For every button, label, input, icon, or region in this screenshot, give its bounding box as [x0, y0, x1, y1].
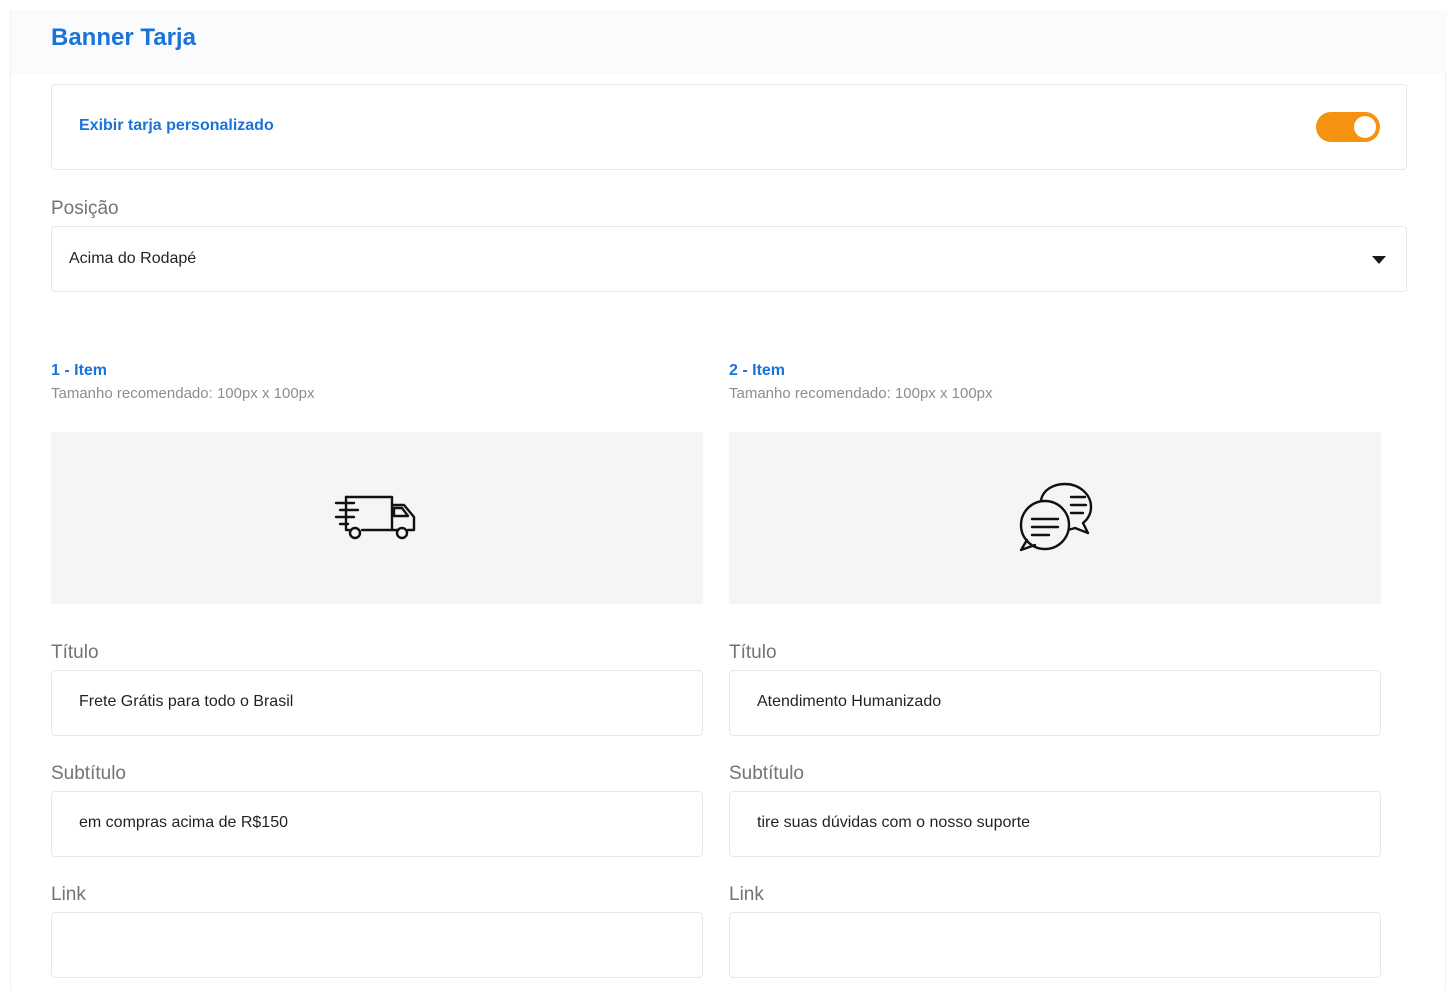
- item-1-title-input[interactable]: Frete Grátis para todo o Brasil: [51, 670, 703, 736]
- item-1-heading: 1 - Item: [51, 362, 108, 379]
- item-1-link-input[interactable]: [51, 912, 703, 978]
- item-1-link-label: Link: [51, 884, 86, 905]
- show-banner-toggle-card: Exibir tarja personalizado: [51, 84, 1407, 170]
- item-1-size-hint: Tamanho recomendado: 100px x 100px: [51, 385, 315, 402]
- item-2-subtitle-input[interactable]: tire suas dúvidas com o nosso suporte: [729, 791, 1381, 857]
- item-2-size-hint: Tamanho recomendado: 100px x 100px: [729, 385, 993, 402]
- item-2-column: 2 - Item Tamanho recomendado: 100px x 10…: [729, 362, 1381, 982]
- show-banner-toggle-label: Exibir tarja personalizado: [79, 117, 274, 134]
- item-2-link-label: Link: [729, 884, 764, 905]
- item-1-subtitle-value: em compras acima de R$150: [79, 814, 288, 831]
- position-label: Posição: [51, 198, 119, 219]
- toggle-knob: [1354, 116, 1376, 138]
- chat-bubbles-icon: [1019, 482, 1093, 552]
- item-1-subtitle-input[interactable]: em compras acima de R$150: [51, 791, 703, 857]
- position-select[interactable]: Acima do Rodapé: [51, 226, 1407, 292]
- item-2-subtitle-label: Subtítulo: [729, 763, 804, 784]
- item-1-image-upload[interactable]: [51, 432, 703, 604]
- item-1-subtitle-label: Subtítulo: [51, 763, 126, 784]
- item-2-title-input[interactable]: Atendimento Humanizado: [729, 670, 1381, 736]
- item-1-title-value: Frete Grátis para todo o Brasil: [79, 693, 294, 710]
- item-2-subtitle-value: tire suas dúvidas com o nosso suporte: [757, 814, 1031, 831]
- show-banner-toggle[interactable]: [1316, 112, 1380, 142]
- banner-tarja-panel: Banner Tarja Exibir tarja personalizado …: [10, 10, 1447, 990]
- item-2-link-input[interactable]: [729, 912, 1381, 978]
- item-2-image-upload[interactable]: [729, 432, 1381, 604]
- panel-header: Banner Tarja: [11, 10, 1447, 74]
- item-1-title-label: Título: [51, 642, 99, 663]
- delivery-truck-icon: [334, 495, 416, 540]
- item-1-column: 1 - Item Tamanho recomendado: 100px x 10…: [51, 362, 703, 982]
- item-2-heading: 2 - Item: [729, 362, 786, 379]
- item-2-title-label: Título: [729, 642, 777, 663]
- position-select-value: Acima do Rodapé: [69, 250, 197, 267]
- chevron-down-icon: [1372, 256, 1386, 264]
- panel-title: Banner Tarja: [51, 24, 196, 51]
- item-2-title-value: Atendimento Humanizado: [757, 693, 942, 710]
